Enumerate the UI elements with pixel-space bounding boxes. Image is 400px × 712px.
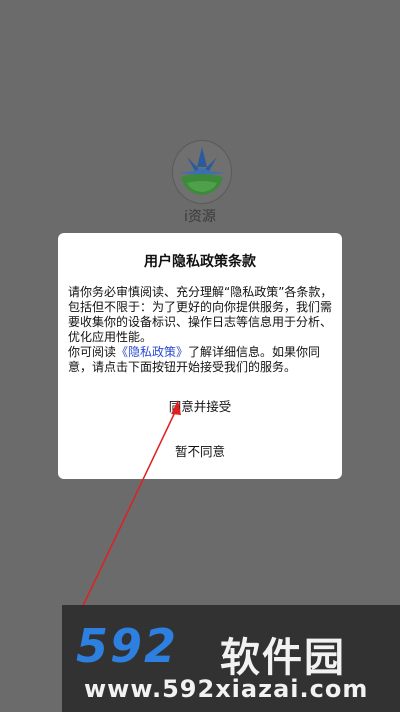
policy-paragraph-2: 你可阅读《隐私政策》了解详细信息。如果你同意，请点击下面按钮开始接受我们的服务。 xyxy=(68,345,334,375)
privacy-policy-link[interactable]: 《隐私政策》 xyxy=(116,345,188,359)
policy-paragraph-1: 请你务必审慎阅读、充分理解“隐私政策”各条款，包括但不限于：为了更好的向你提供服… xyxy=(68,285,333,344)
policy-text-prefix: 你可阅读 xyxy=(68,345,117,359)
dialog-title: 用户隐私政策条款 xyxy=(144,254,256,270)
watermark-number: 592 xyxy=(76,619,179,673)
agree-button[interactable]: 同意并接受 xyxy=(58,396,342,415)
watermark-banner: 592 软件园 www.592xiazai.com xyxy=(62,605,400,712)
disagree-button[interactable]: 暂不同意 xyxy=(58,441,342,460)
dialog-body: 请你务必审慎阅读、充分理解“隐私政策”各条款，包括但不限于：为了更好的向你提供服… xyxy=(68,285,334,375)
app-logo xyxy=(172,140,232,204)
app-name: i资源 xyxy=(184,209,216,225)
watermark-url: www.592xiazai.com xyxy=(84,675,369,703)
mountain-sunrise-logo-icon xyxy=(179,147,225,195)
privacy-dialog: 用户隐私政策条款 请你务必审慎阅读、充分理解“隐私政策”各条款，包括但不限于：为… xyxy=(58,233,342,479)
